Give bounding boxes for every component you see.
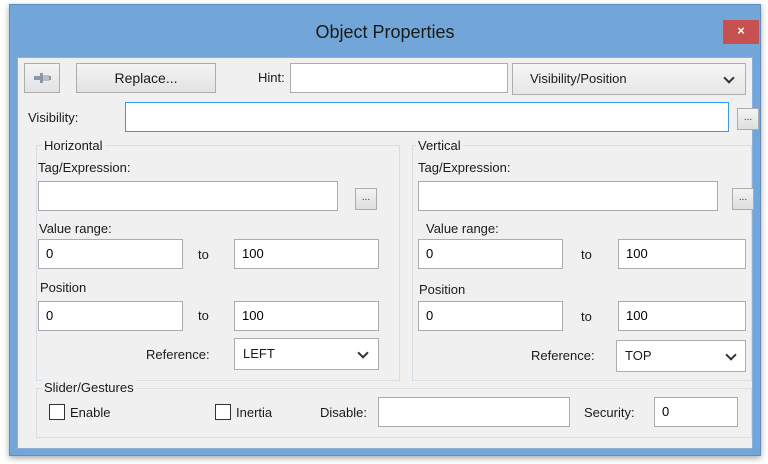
hint-label: Hint: [258, 70, 285, 85]
close-icon: × [737, 23, 745, 38]
vertical-legend: Vertical [416, 138, 463, 154]
vertical-browse-button[interactable]: ... [732, 188, 754, 210]
vertical-range-to-label: to [581, 247, 592, 262]
vertical-reference-value: TOP [625, 348, 652, 363]
horizontal-browse-button[interactable]: ... [355, 188, 377, 210]
horizontal-reference-label: Reference: [146, 347, 210, 362]
inertia-checkbox[interactable] [215, 404, 231, 420]
horizontal-tag-input[interactable] [38, 181, 338, 211]
horizontal-range-to-label: to [198, 247, 209, 262]
horizontal-legend: Horizontal [42, 138, 105, 154]
visibility-browse-button[interactable]: ... [737, 108, 759, 130]
horizontal-reference-select[interactable]: LEFT [234, 338, 379, 370]
ellipsis-icon: ... [738, 192, 748, 203]
horizontal-range-from-input[interactable]: 0 [38, 239, 183, 269]
vertical-range-from-input[interactable]: 0 [418, 239, 563, 269]
category-select-value: Visibility/Position [530, 71, 627, 86]
chevron-down-icon [723, 72, 735, 84]
pin-icon [34, 73, 51, 83]
enable-checkbox[interactable] [49, 404, 65, 420]
pin-button[interactable] [24, 63, 60, 93]
object-properties-window: Object Properties × Replace... Hint: Vis… [9, 4, 761, 456]
horizontal-range-to-input[interactable]: 100 [234, 239, 379, 269]
replace-button-label: Replace... [114, 70, 178, 86]
security-label: Security: [584, 405, 635, 420]
horizontal-value-range-label: Value range: [39, 221, 112, 236]
replace-button[interactable]: Replace... [76, 63, 216, 93]
vertical-position-from-input[interactable]: 0 [418, 301, 563, 331]
hint-input[interactable] [290, 63, 508, 93]
vertical-tag-input[interactable] [418, 181, 718, 211]
vertical-tag-label: Tag/Expression: [418, 160, 511, 175]
horizontal-position-to-input[interactable]: 100 [234, 301, 379, 331]
horizontal-tag-label: Tag/Expression: [38, 160, 131, 175]
horizontal-position-from-input[interactable]: 0 [38, 301, 183, 331]
horizontal-reference-value: LEFT [243, 346, 275, 361]
vertical-position-to-input[interactable]: 100 [618, 301, 746, 331]
disable-label: Disable: [320, 405, 367, 420]
vertical-position-to-label: to [581, 309, 592, 324]
vertical-value-range-label: Value range: [426, 221, 499, 236]
enable-label: Enable [70, 405, 111, 420]
vertical-reference-select[interactable]: TOP [616, 340, 746, 372]
inertia-label: Inertia [236, 405, 273, 420]
vertical-position-label: Position [419, 282, 466, 297]
vertical-reference-label: Reference: [531, 348, 595, 363]
vertical-range-to-input[interactable]: 100 [618, 239, 746, 269]
category-select[interactable]: Visibility/Position [512, 63, 746, 95]
chevron-down-icon [357, 347, 369, 359]
visibility-input[interactable] [125, 102, 729, 132]
security-input[interactable]: 0 [654, 397, 738, 427]
horizontal-position-to-label: to [198, 308, 209, 323]
window-title: Object Properties [315, 22, 455, 42]
chevron-down-icon [725, 349, 737, 361]
ellipsis-icon: ... [361, 192, 371, 203]
close-button[interactable]: × [723, 20, 759, 44]
slider-gestures-legend: Slider/Gestures [42, 380, 136, 396]
disable-input[interactable] [378, 397, 570, 427]
ellipsis-icon: ... [743, 112, 753, 123]
horizontal-position-label: Position [40, 280, 87, 295]
dialog-body: Replace... Hint: Visibility/Position Vis… [17, 57, 759, 449]
visibility-label: Visibility: [28, 110, 79, 125]
